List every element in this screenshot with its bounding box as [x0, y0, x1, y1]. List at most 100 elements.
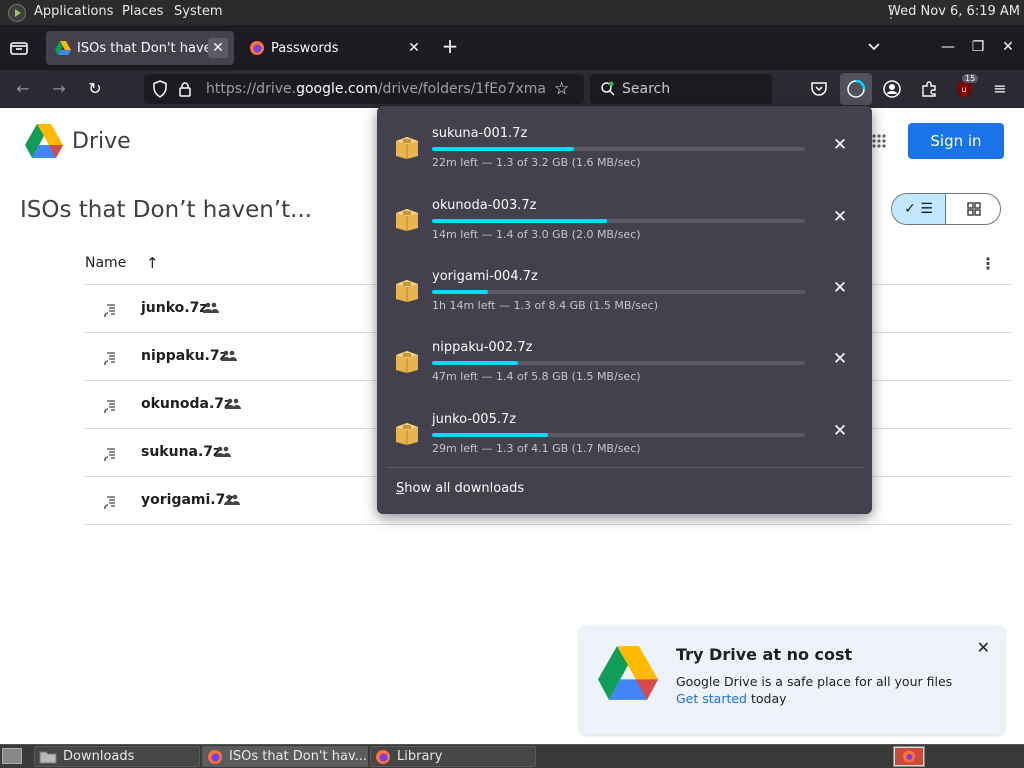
- tab-strip: ISOs that Don't haven't... ✕ Passwords ✕…: [0, 25, 1024, 70]
- grid-view-button[interactable]: [947, 194, 1000, 224]
- list-tabs-chevron-down-icon[interactable]: [864, 37, 884, 57]
- menu-applications[interactable]: Applications: [34, 4, 113, 19]
- workspace-switcher[interactable]: [893, 746, 925, 767]
- reload-icon[interactable]: ↻: [84, 78, 106, 100]
- more-options-icon[interactable]: ⋮: [980, 254, 996, 273]
- extensions-puzzle-icon[interactable]: [918, 78, 940, 100]
- download-item[interactable]: sukuna-001.7z 22m left — 1.3 of 3.2 GB (…: [377, 109, 872, 179]
- url-bar[interactable]: https://drive.google.com/drive/folders/1…: [144, 74, 584, 104]
- download-progress-track: [432, 361, 805, 365]
- archive-box-icon: [396, 351, 418, 373]
- account-icon[interactable]: [881, 78, 903, 100]
- archive-file-icon: [104, 352, 115, 366]
- menu-system[interactable]: System: [174, 4, 222, 19]
- close-tab-icon[interactable]: ✕: [208, 38, 228, 58]
- checkmark-icon: ✓: [904, 201, 916, 217]
- download-item[interactable]: okunoda-003.7z 14m left — 1.4 of 3.0 GB …: [377, 181, 872, 251]
- downloads-divider: [386, 467, 863, 468]
- window-close-icon[interactable]: ✕: [998, 37, 1018, 57]
- download-item[interactable]: nippaku-002.7z 47m left — 1.4 of 5.8 GB …: [377, 323, 872, 393]
- file-name[interactable]: okunoda.7z: [141, 396, 232, 412]
- download-name: sukuna-001.7z: [432, 126, 528, 141]
- system-top-panel: Applications Places System Wed Nov 6, 6:…: [0, 0, 1024, 25]
- promo-text: Google Drive is a safe place for all you…: [676, 674, 953, 689]
- svg-text:u: u: [961, 85, 966, 94]
- promo-title: Try Drive at no cost: [676, 645, 853, 664]
- sign-in-button[interactable]: Sign in: [908, 123, 1004, 159]
- show-all-downloads-button[interactable]: Show all downloads: [396, 481, 524, 496]
- new-tab-icon[interactable]: +: [440, 36, 460, 57]
- promo-body: Google Drive is a safe place for all you…: [676, 673, 952, 707]
- distro-logo-icon[interactable]: [8, 4, 26, 22]
- shared-people-icon: [224, 494, 240, 505]
- taskbar-item-library[interactable]: Library: [370, 746, 536, 767]
- search-bar[interactable]: Search: [590, 74, 772, 104]
- download-status: 22m left — 1.3 of 3.2 GB (1.6 MB/sec): [432, 156, 641, 169]
- lock-icon[interactable]: [178, 81, 192, 101]
- archive-box-icon: [396, 209, 418, 231]
- firefox-icon: [208, 749, 222, 764]
- show-desktop-icon[interactable]: [2, 748, 22, 764]
- tab-overview-icon[interactable]: [8, 37, 30, 59]
- cancel-download-icon[interactable]: ✕: [832, 209, 848, 226]
- cancel-download-icon[interactable]: ✕: [832, 280, 848, 297]
- download-progress-track: [432, 219, 805, 223]
- archive-file-icon: [104, 400, 115, 414]
- file-name[interactable]: yorigami.7z: [141, 492, 234, 508]
- download-progress-track: [432, 433, 805, 437]
- tab-passwords[interactable]: Passwords ✕: [240, 31, 430, 65]
- file-name[interactable]: junko.7z: [141, 300, 208, 316]
- google-drive-logo-icon: [598, 646, 658, 700]
- download-name: yorigami-004.7z: [432, 269, 538, 284]
- cancel-download-icon[interactable]: ✕: [832, 423, 848, 440]
- archive-box-icon: [396, 137, 418, 159]
- menu-places[interactable]: Places: [122, 4, 163, 19]
- close-promo-icon[interactable]: ✕: [977, 638, 990, 657]
- drive-brand[interactable]: Drive: [72, 129, 131, 154]
- clock[interactable]: Wed Nov 6, 6:19 AM: [888, 4, 1020, 19]
- restore-icon[interactable]: ❐: [968, 37, 988, 57]
- search-placeholder: Search: [622, 81, 671, 97]
- taskbar-item-downloads[interactable]: Downloads: [34, 746, 200, 767]
- list-view-button[interactable]: ✓ ☰: [892, 194, 946, 224]
- folder-icon: [39, 751, 57, 763]
- download-item[interactable]: yorigami-004.7z 1h 14m left — 1.3 of 8.4…: [377, 252, 872, 322]
- file-name[interactable]: nippaku.7z: [141, 348, 228, 364]
- navigation-toolbar: ← → ↻ https://drive.google.com/drive/fol…: [0, 70, 1024, 108]
- minimize-icon[interactable]: —: [938, 37, 958, 57]
- cancel-download-icon[interactable]: ✕: [832, 351, 848, 368]
- download-item[interactable]: junko-005.7z 29m left — 1.3 of 4.1 GB (1…: [377, 395, 872, 465]
- tab-drive[interactable]: ISOs that Don't haven't... ✕: [46, 31, 234, 65]
- firefox-workspace-icon: [895, 748, 923, 765]
- folder-title: ISOs that Don’t haven’t...: [20, 197, 313, 223]
- bookmark-star-icon[interactable]: ☆: [554, 80, 569, 98]
- drive-favicon-icon: [55, 41, 71, 55]
- file-name[interactable]: sukuna.7z: [141, 444, 221, 460]
- tracking-shield-icon[interactable]: [152, 80, 168, 102]
- sort-arrow-up-icon[interactable]: ↑: [146, 254, 159, 272]
- tab-title: Passwords: [271, 40, 339, 56]
- url-text[interactable]: https://drive.google.com/drive/folders/1…: [206, 81, 546, 97]
- archive-box-icon: [396, 423, 418, 445]
- download-status: 14m left — 1.4 of 3.0 GB (2.0 MB/sec): [432, 228, 641, 241]
- cancel-download-icon[interactable]: ✕: [832, 137, 848, 154]
- tab-title: ISOs that Don't haven't...: [77, 40, 208, 56]
- close-tab-icon[interactable]: ✕: [404, 38, 424, 58]
- forward-arrow-icon[interactable]: →: [48, 78, 70, 100]
- pocket-icon[interactable]: [808, 78, 830, 100]
- shared-people-icon: [215, 446, 231, 457]
- grid-icon: [967, 202, 981, 216]
- name-column-header[interactable]: Name: [85, 255, 126, 271]
- back-arrow-icon[interactable]: ←: [12, 78, 34, 100]
- taskbar-item-firefox-drive[interactable]: ISOs that Don't hav...: [202, 746, 368, 767]
- download-progress-track: [432, 290, 805, 294]
- download-progress-fill: [432, 219, 608, 223]
- google-drive-logo-icon[interactable]: [25, 124, 63, 158]
- downloads-progress-icon: [847, 79, 866, 98]
- download-status: 47m left — 1.4 of 5.8 GB (1.5 MB/sec): [432, 370, 641, 383]
- promo-tail: today: [747, 691, 787, 706]
- google-apps-grid-icon[interactable]: [872, 134, 886, 148]
- get-started-link[interactable]: Get started: [676, 691, 747, 706]
- hamburger-menu-icon[interactable]: ≡: [989, 78, 1011, 100]
- downloads-button[interactable]: [840, 73, 872, 105]
